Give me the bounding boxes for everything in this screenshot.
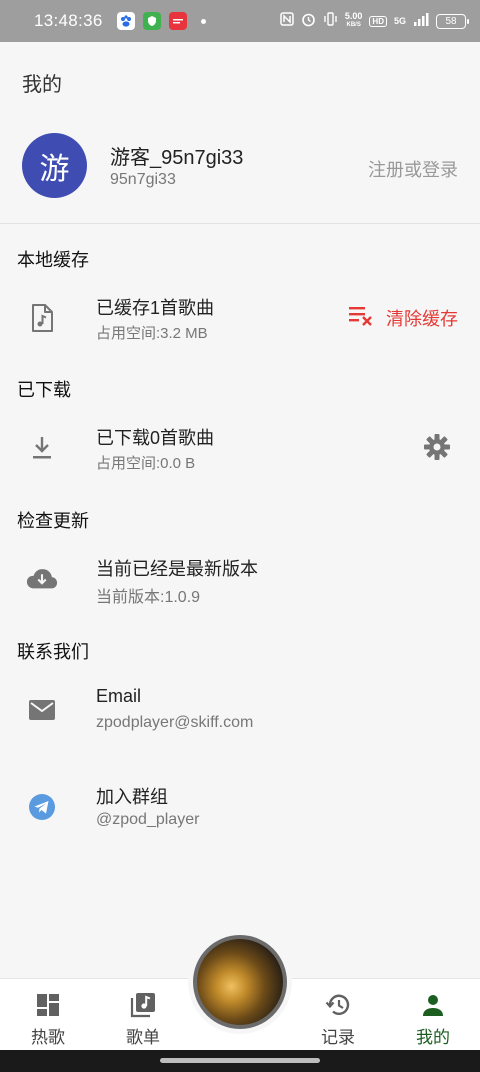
signal-type: 5G: [393, 16, 406, 26]
gear-icon: [423, 433, 451, 466]
vibrate-icon: [323, 12, 338, 30]
nav-label-playlists: 歌单: [126, 1028, 160, 1047]
group-handle: @zpod_player: [96, 811, 200, 828]
home-gesture-handle[interactable]: [160, 1058, 320, 1063]
network-speed-value: 5.00: [344, 11, 363, 21]
gesture-bar: [0, 1050, 480, 1072]
section-title-downloads: 已下载: [17, 380, 71, 400]
page-title: 我的: [22, 74, 62, 96]
section-title-contact: 联系我们: [17, 642, 89, 662]
status-indicators: 5.00 KB/S HD 5G 58: [280, 12, 469, 31]
nfc-icon: [280, 12, 294, 30]
nav-label-hot-songs: 热歌: [31, 1028, 65, 1047]
email-icon: [26, 694, 58, 726]
nav-item-history[interactable]: 记录: [290, 979, 386, 1051]
email-row[interactable]: Email zpodplayer@skiff.com: [0, 676, 480, 746]
cache-count: 已缓存1首歌曲: [96, 298, 215, 318]
status-time: 13:48:36: [34, 11, 103, 30]
current-version: 当前版本:1.0.9: [96, 589, 201, 606]
profile-card[interactable]: 游 游客_95n7gi33 95n7gi33 注册或登录: [0, 120, 480, 224]
avatar[interactable]: 游: [22, 133, 87, 198]
baidu-app-icon: [116, 12, 135, 30]
history-icon: [324, 991, 352, 1019]
person-icon: [419, 991, 447, 1019]
group-row[interactable]: 加入群组 @zpod_player: [0, 773, 480, 843]
now-playing-disc[interactable]: [188, 930, 292, 1034]
signal-icon: [413, 12, 429, 30]
username: 游客_95n7gi33: [110, 147, 244, 169]
hd-voice-badge: HD: [369, 15, 387, 27]
update-row[interactable]: 当前已经是最新版本 当前版本:1.0.9: [0, 545, 480, 615]
download-count: 已下载0首歌曲: [96, 428, 215, 448]
download-settings-button[interactable]: [422, 433, 452, 466]
more-notifications-dot: [200, 18, 206, 24]
music-library-icon: [129, 991, 157, 1019]
nav-item-mine[interactable]: 我的: [385, 979, 480, 1051]
nav-item-playlists[interactable]: 歌单: [95, 979, 191, 1051]
user-id: 95n7gi33: [110, 171, 176, 188]
battery-level: 58: [445, 15, 457, 27]
update-status: 当前已经是最新版本: [96, 559, 258, 579]
section-title-cache: 本地缓存: [17, 250, 89, 270]
notification-icons: [116, 12, 206, 30]
cache-size: 占用空间:3.2 MB: [96, 325, 208, 342]
clear-cache-label: 清除缓存: [386, 308, 458, 329]
nav-label-mine: 我的: [416, 1028, 450, 1047]
alarm-icon: [301, 12, 316, 31]
nav-item-hot-songs[interactable]: 热歌: [0, 979, 96, 1051]
network-speed: 5.00 KB/S: [345, 12, 363, 30]
downloads-row: 已下载0首歌曲 占用空间:0.0 B: [0, 414, 480, 484]
shield-app-icon: [142, 12, 161, 30]
group-title: 加入群组: [96, 787, 168, 807]
email-title: Email: [96, 686, 142, 706]
download-size: 占用空间:0.0 B: [96, 455, 196, 472]
nav-label-history: 记录: [321, 1028, 355, 1047]
battery-icon: 58: [436, 13, 469, 29]
download-icon: [26, 432, 58, 464]
cache-row: 已缓存1首歌曲 占用空间:3.2 MB 清除缓存: [0, 284, 480, 354]
register-login-link[interactable]: 注册或登录: [368, 156, 458, 182]
album-art: [197, 939, 283, 1025]
section-title-update: 检查更新: [17, 511, 89, 531]
cloud-download-icon: [26, 563, 58, 595]
music-file-icon: [26, 302, 58, 334]
news-app-icon: [168, 12, 187, 30]
email-address: zpodplayer@skiff.com: [96, 714, 254, 731]
telegram-icon: [26, 791, 58, 823]
network-speed-unit: KB/S: [346, 22, 361, 28]
disc-ring: [193, 935, 287, 1029]
clear-cache-button[interactable]: 清除缓存: [348, 304, 458, 331]
clear-list-icon: [348, 304, 374, 331]
dashboard-icon: [34, 991, 62, 1019]
status-bar: 13:48:36 5.00 KB/S HD 5G 58: [0, 0, 480, 42]
profile-divider: [0, 223, 480, 224]
